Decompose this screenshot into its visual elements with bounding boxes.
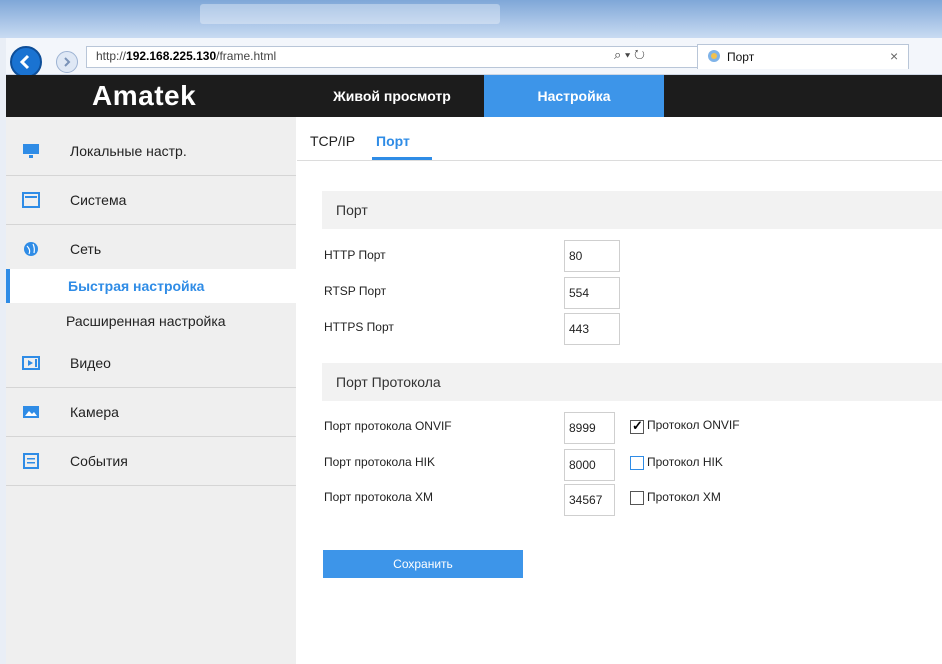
rtsp-port-input[interactable]: 554 — [564, 277, 620, 309]
onvif-port-value: 8999 — [569, 421, 596, 435]
titlebar-blur — [200, 4, 500, 24]
sidebar-item-network[interactable]: Сеть — [6, 225, 296, 274]
sidebar-item-events[interactable]: События — [6, 437, 296, 486]
arrow-right-icon — [64, 57, 71, 67]
tab-tcpip[interactable]: TCP/IP — [310, 133, 355, 149]
section-protocol-header: Порт Протокола — [322, 363, 942, 401]
xm-port-input[interactable]: 34567 — [564, 484, 615, 516]
address-url[interactable]: http://192.168.225.130/frame.html — [96, 49, 276, 63]
tab-port[interactable]: Порт — [376, 133, 410, 149]
site-favicon-icon — [708, 50, 720, 62]
sidebar-item-camera[interactable]: Камера — [6, 388, 296, 437]
monitor-icon — [23, 144, 39, 158]
rtsp-port-label: RTSP Порт — [324, 284, 387, 298]
sidebar-subitem-label: Расширенная настройка — [66, 313, 226, 329]
https-port-input[interactable]: 443 — [564, 313, 620, 345]
onvif-checkbox[interactable]: ✓ — [630, 418, 644, 434]
rtsp-port-value: 554 — [569, 286, 590, 300]
video-icon — [22, 356, 40, 370]
sidebar-subitem-advanced-setup[interactable]: Расширенная настройка — [6, 304, 296, 338]
hik-checkbox-label: Протокол HIK — [647, 455, 723, 469]
sidebar-item-system[interactable]: Система — [6, 176, 296, 225]
sidebar-subitem-label: Быстрая настройка — [68, 278, 205, 294]
globe-icon — [24, 242, 38, 256]
tab-close-icon[interactable]: × — [890, 48, 898, 64]
sidebar-item-label: События — [70, 453, 128, 469]
hik-port-value: 8000 — [569, 458, 596, 472]
sidebar-subitem-quick-setup[interactable]: Быстрая настройка — [6, 269, 296, 303]
sidebar-item-label: Камера — [70, 404, 119, 420]
section-port-header: Порт — [322, 191, 942, 229]
sidebar-item-local[interactable]: Локальные настр. — [6, 127, 296, 176]
http-port-input[interactable]: 80 — [564, 240, 620, 272]
save-button[interactable]: Сохранить — [323, 550, 523, 578]
https-port-label: HTTPS Порт — [324, 320, 394, 334]
nav-live-view[interactable]: Живой просмотр — [300, 75, 484, 117]
url-path: /frame.html — [216, 49, 277, 63]
xm-port-label: Порт протокола XM — [324, 490, 433, 504]
hik-checkbox[interactable] — [630, 456, 644, 470]
http-port-value: 80 — [569, 249, 583, 263]
forward-button[interactable] — [56, 51, 78, 73]
browser-titlebar — [0, 0, 942, 38]
http-port-label: HTTP Порт — [324, 248, 386, 262]
sidebar-item-label: Видео — [70, 355, 111, 371]
sidebar-item-label: Система — [70, 192, 127, 208]
onvif-port-input[interactable]: 8999 — [564, 412, 615, 444]
checkmark-icon: ✓ — [632, 418, 643, 433]
brand-logo: Amatek — [92, 80, 197, 111]
xm-port-value: 34567 — [569, 493, 603, 507]
section-title: Порт Протокола — [336, 374, 441, 390]
sidebar-item-video[interactable]: Видео — [6, 339, 296, 388]
onvif-checkbox-label: Протокол ONVIF — [647, 418, 740, 432]
list-icon — [23, 453, 39, 469]
back-button[interactable] — [10, 46, 42, 78]
search-refresh-icon[interactable]: ⌕ ▾ ↻ — [614, 47, 645, 63]
xm-checkbox-label: Протокол XM — [647, 490, 721, 504]
section-title: Порт — [336, 202, 368, 218]
tabs-divider — [297, 160, 942, 161]
onvif-port-label: Порт протокола ONVIF — [324, 419, 452, 433]
hik-port-input[interactable]: 8000 — [564, 449, 615, 481]
url-prefix: http:// — [96, 49, 127, 63]
tab-title: Порт — [727, 50, 755, 64]
https-port-value: 443 — [569, 322, 590, 336]
sidebar-item-label: Сеть — [70, 241, 102, 257]
url-host: 192.168.225.130 — [126, 49, 217, 63]
nav-settings[interactable]: Настройка — [484, 75, 664, 117]
hik-port-label: Порт протокола HIK — [324, 455, 435, 469]
image-icon — [23, 406, 39, 418]
sidebar-item-label: Локальные настр. — [70, 143, 187, 159]
xm-checkbox[interactable] — [630, 491, 644, 505]
arrow-left-icon — [19, 54, 30, 70]
system-icon — [22, 192, 40, 208]
